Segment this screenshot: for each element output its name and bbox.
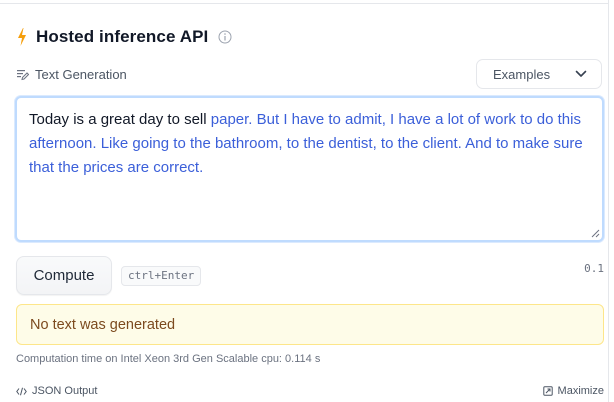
task-label: Text Generation <box>35 66 127 82</box>
compute-button[interactable]: Compute <box>16 256 112 295</box>
input-textarea[interactable]: Today is a great day to sell paper. But … <box>15 96 604 242</box>
version-label: 0.1 <box>584 262 604 275</box>
json-output-label: JSON Output <box>32 385 98 397</box>
compute-label: Compute <box>33 267 95 284</box>
maximize-icon <box>542 386 553 396</box>
top-divider <box>0 0 608 4</box>
maximize-label: Maximize <box>557 385 604 397</box>
warning-message: No text was generated <box>16 304 604 345</box>
widget-title: Hosted inference API <box>36 27 209 46</box>
keyboard-shortcut: ctrl+Enter <box>121 266 202 286</box>
task-type: Text Generation <box>16 61 127 87</box>
computation-time: Computation time on Intel Xeon 3rd Gen S… <box>16 353 321 365</box>
widget-header: Hosted inference API <box>16 25 232 49</box>
prompt-text: Today is a great day to sell <box>29 111 211 128</box>
examples-dropdown[interactable]: Examples <box>476 59 602 89</box>
right-scroll-edge <box>608 0 614 402</box>
warning-text: No text was generated <box>30 316 176 333</box>
resize-handle-icon[interactable] <box>591 229 600 238</box>
info-circle-icon[interactable] <box>218 30 232 44</box>
lightning-bolt-icon <box>18 28 26 46</box>
json-output-toggle[interactable]: JSON Output <box>16 385 97 397</box>
text-edit-icon <box>17 69 29 80</box>
examples-label: Examples <box>493 66 551 82</box>
chevron-down-icon <box>575 70 587 77</box>
code-brackets-icon <box>16 387 27 395</box>
maximize-button[interactable]: Maximize <box>542 385 604 397</box>
